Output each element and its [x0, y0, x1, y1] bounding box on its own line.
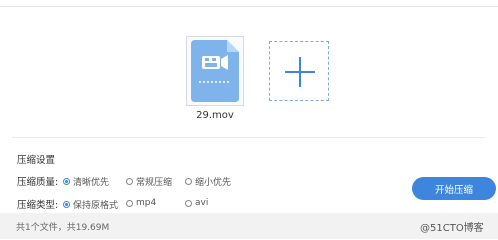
radio-icon: [63, 201, 70, 208]
radio-icon: [126, 199, 133, 207]
start-compress-button[interactable]: 开始压缩: [412, 177, 496, 200]
settings-title: 压缩设置: [17, 155, 56, 166]
type-option-mp4[interactable]: mp4: [126, 198, 156, 208]
radio-icon: [126, 178, 133, 185]
file-name: 29.mov: [196, 110, 234, 121]
file-card[interactable]: [186, 36, 244, 106]
add-file-button[interactable]: [269, 41, 329, 101]
divider: [12, 137, 486, 138]
radio-icon: [185, 178, 192, 185]
quality-label: 压缩质量:: [17, 177, 59, 188]
type-label: 压缩类型:: [17, 200, 59, 211]
quality-option-clarity[interactable]: 清晰优先: [63, 175, 109, 188]
quality-option-normal[interactable]: 常规压缩: [126, 175, 172, 188]
plus-icon: [285, 57, 315, 87]
watermark: @51CTO博客: [420, 223, 484, 234]
radio-icon: [185, 199, 192, 207]
quality-option-smaller[interactable]: 缩小优先: [185, 175, 231, 188]
radio-icon: [63, 178, 70, 185]
file-summary: 共1个文件，共19.69M: [16, 223, 110, 233]
top-border: [0, 6, 498, 7]
type-option-avi[interactable]: avi: [185, 198, 208, 208]
type-option-keep-format[interactable]: 保持原格式: [63, 198, 118, 211]
video-file-icon: [191, 40, 239, 102]
